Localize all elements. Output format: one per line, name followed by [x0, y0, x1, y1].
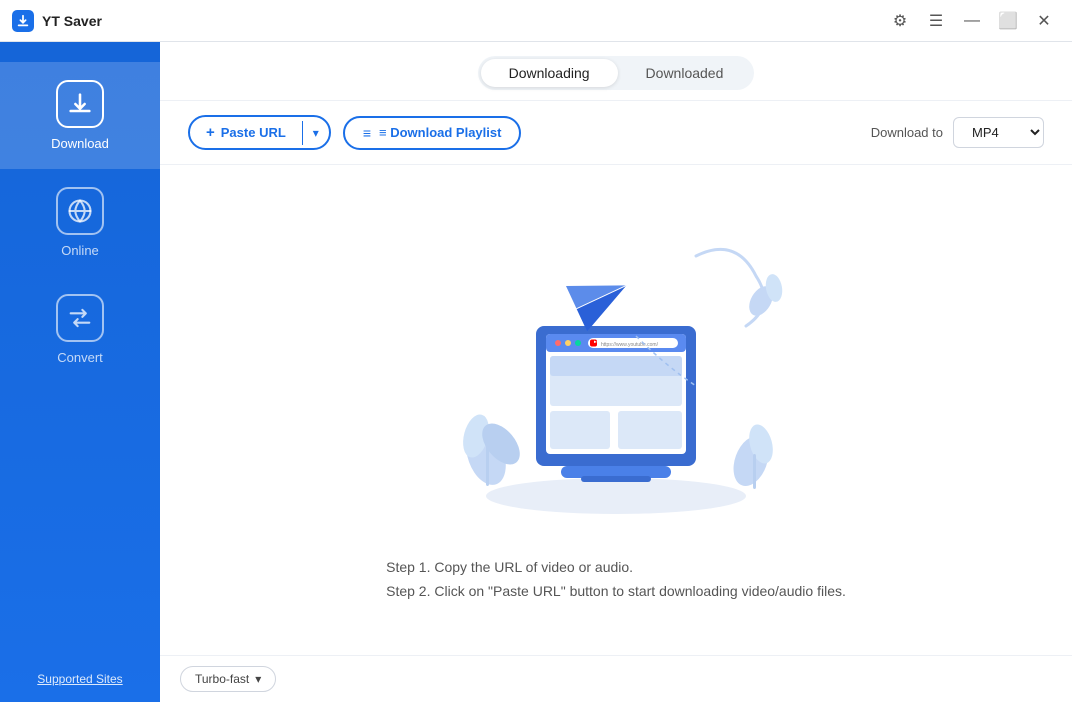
app-logo-icon — [16, 14, 30, 28]
app-title: YT Saver — [42, 13, 102, 29]
sidebar-item-online[interactable]: Online — [0, 169, 160, 276]
empty-state-illustration: https://www.youtube.com/ — [406, 216, 826, 536]
turbo-fast-button[interactable]: Turbo-fast ▾ — [180, 666, 276, 692]
bottom-bar: Turbo-fast ▾ — [160, 655, 1072, 702]
download-playlist-button[interactable]: ≡ ≡ Download Playlist — [343, 116, 522, 150]
convert-icon-box — [56, 294, 104, 342]
svg-text:https://www.youtube.com/: https://www.youtube.com/ — [601, 342, 659, 348]
step1-text: Step 1. Copy the URL of video or audio. — [386, 556, 846, 580]
paste-url-main-button[interactable]: + Paste URL — [190, 117, 302, 148]
turbo-fast-label: Turbo-fast — [195, 672, 249, 686]
sidebar-bottom: Supported Sites — [0, 672, 160, 702]
sidebar-item-download[interactable]: Download — [0, 62, 160, 169]
settings-button[interactable]: ⚙ — [884, 5, 916, 37]
download-icon-box — [56, 80, 104, 128]
titlebar: YT Saver ⚙ ☰ — ⬜ ✕ — [0, 0, 1072, 42]
instructions: Step 1. Copy the URL of video or audio. … — [386, 556, 846, 604]
online-icon — [66, 197, 94, 225]
illustration-area: https://www.youtube.com/ Step 1. Copy th… — [160, 165, 1072, 655]
paste-url-dropdown-button[interactable]: ▾ — [303, 119, 329, 147]
toolbar-right: Download to MP4 MP3 MOV AVI MKV WEBM — [871, 117, 1044, 148]
playlist-icon: ≡ — [363, 125, 371, 141]
content-area: Downloading Downloaded + Paste URL ▾ ≡ ≡… — [160, 42, 1072, 702]
paste-url-label: Paste URL — [221, 125, 286, 140]
online-icon-box — [56, 187, 104, 235]
turbo-dropdown-icon: ▾ — [255, 672, 261, 686]
tabs-bar: Downloading Downloaded — [160, 42, 1072, 101]
titlebar-left: YT Saver — [12, 10, 102, 32]
paste-url-button-group: + Paste URL ▾ — [188, 115, 331, 150]
supported-sites-link[interactable]: Supported Sites — [37, 672, 122, 686]
sidebar: Download Online Convert Supported Sites — [0, 42, 160, 702]
format-select[interactable]: MP4 MP3 MOV AVI MKV WEBM — [953, 117, 1044, 148]
tab-downloading[interactable]: Downloading — [481, 59, 618, 87]
minimize-button[interactable]: — — [956, 5, 988, 37]
tab-downloaded[interactable]: Downloaded — [618, 59, 752, 87]
maximize-button[interactable]: ⬜ — [992, 5, 1024, 37]
download-playlist-label: ≡ Download Playlist — [379, 125, 501, 140]
sidebar-item-convert[interactable]: Convert — [0, 276, 160, 383]
plus-icon: + — [206, 124, 215, 141]
toolbar: + Paste URL ▾ ≡ ≡ Download Playlist Down… — [160, 101, 1072, 165]
main-layout: Download Online Convert Supported Sites — [0, 42, 1072, 702]
download-icon — [66, 90, 94, 118]
tab-group: Downloading Downloaded — [478, 56, 755, 90]
download-to-label: Download to — [871, 125, 943, 140]
titlebar-controls: ⚙ ☰ — ⬜ ✕ — [884, 5, 1060, 37]
sidebar-item-convert-label: Convert — [57, 350, 103, 365]
sidebar-item-download-label: Download — [51, 136, 109, 151]
app-icon — [12, 10, 34, 32]
step2-text: Step 2. Click on "Paste URL" button to s… — [386, 580, 846, 604]
convert-icon — [66, 304, 94, 332]
menu-button[interactable]: ☰ — [920, 5, 952, 37]
close-button[interactable]: ✕ — [1028, 5, 1060, 37]
sidebar-item-online-label: Online — [61, 243, 99, 258]
